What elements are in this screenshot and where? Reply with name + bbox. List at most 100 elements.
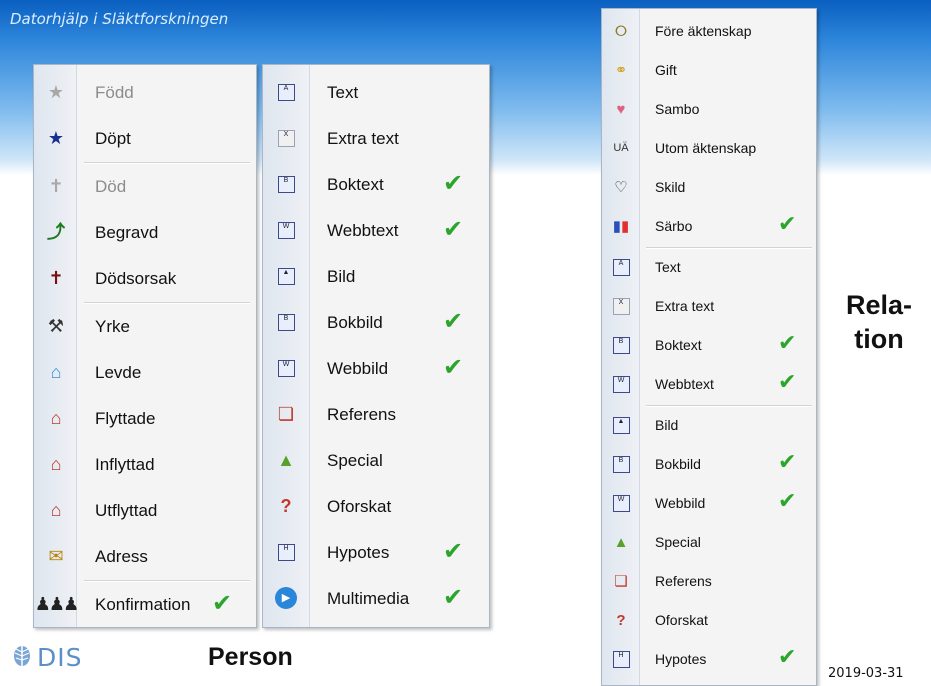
relation-caption-line: Rela-	[845, 290, 913, 320]
book-text-icon: B	[608, 335, 634, 355]
menu-item-label: Utflyttad	[95, 501, 158, 520]
star-blue-icon: ★	[47, 128, 65, 148]
menu-item-label: Gift	[655, 62, 677, 78]
slide-title: Datorhjälp i Släktforskningen	[10, 10, 229, 28]
menu-item-text[interactable]: A Text	[602, 248, 816, 287]
text-doc-icon: A	[608, 257, 634, 277]
menu-item-sambo[interactable]: ♥ Sambo	[602, 90, 816, 129]
menu-item-label: Sambo	[655, 101, 700, 117]
checkmark-icon: ✔	[778, 331, 797, 356]
menu-item-före-äktenskap[interactable]: ⭘ Före äktenskap	[602, 12, 816, 51]
reference-icon: ❏	[277, 404, 295, 424]
menu-item-label: Hypotes	[327, 543, 390, 562]
checkmark-icon: ✔	[778, 370, 797, 395]
menu-item-boktext[interactable]: B Boktext ✔	[263, 161, 489, 207]
menu-item-label: Special	[327, 451, 383, 470]
menu-item-extra-text[interactable]: X Extra text	[263, 115, 489, 161]
menu-item-död[interactable]: ✝ Död	[34, 163, 256, 209]
menu-item-label: Referens	[327, 405, 396, 424]
web-text-icon: W	[608, 374, 634, 394]
menu-item-label: Levde	[95, 363, 142, 382]
menu-item-special[interactable]: ▲ Special	[602, 523, 816, 562]
rings-icon: ⚭	[614, 61, 628, 79]
menu-item-label: Text	[655, 259, 681, 275]
hammer-icon: ⚒	[47, 316, 65, 336]
menu-item-oforskat[interactable]: ? Oforskat	[263, 483, 489, 529]
menu-item-label: Bild	[327, 267, 356, 286]
menu-item-multimedia[interactable]: ▶ Multimedia ✔	[263, 575, 489, 621]
menu-item-adress[interactable]: ✉ Adress	[34, 533, 256, 579]
house-out-icon: ⌂	[50, 500, 62, 520]
checkmark-icon: ✔	[443, 353, 464, 381]
menu-item-label: Special	[655, 534, 701, 550]
menu-item-bokbild[interactable]: B Bokbild ✔	[263, 299, 489, 345]
menu-item-flyttade[interactable]: ⌂ Flyttade	[34, 395, 256, 441]
warning-triangle-icon: ▲	[277, 450, 295, 470]
menu-item-yrke[interactable]: ⚒ Yrke	[34, 303, 256, 349]
menu-item-skild[interactable]: ♡ Skild	[602, 168, 816, 207]
menu-item-utom-äktenskap[interactable]: UÄ Utom äktenskap	[602, 129, 816, 168]
menu-item-label: Webbtext	[327, 221, 399, 240]
hearts-icon: ♥	[616, 100, 626, 118]
unresearched-icon: ?	[616, 611, 626, 629]
menu-item-webbtext[interactable]: W Webbtext ✔	[602, 365, 816, 404]
couple-icon: ▮▮	[612, 217, 630, 235]
menu-item-utflyttad[interactable]: ⌂ Utflyttad	[34, 487, 256, 533]
picture-icon: ▲	[608, 415, 634, 435]
menu-item-begravd[interactable]: ⤴ Begravd	[34, 209, 256, 255]
menu-item-label: Begravd	[95, 223, 159, 242]
menu-item-label: Bokbild	[327, 313, 383, 332]
house-move-icon: ⌂	[50, 408, 62, 428]
menu-item-hypotes[interactable]: H Hypotes ✔	[263, 529, 489, 575]
menu-item-label: Flyttade	[95, 409, 156, 428]
menu-item-döpt[interactable]: ★ Döpt	[34, 115, 256, 161]
menu-item-label: Dödsorsak	[95, 269, 177, 288]
menu-item-special[interactable]: ▲ Special	[263, 437, 489, 483]
menu-item-label: Yrke	[95, 317, 130, 336]
menu-item-label: Extra text	[327, 129, 399, 148]
menu-item-bokbild[interactable]: B Bokbild ✔	[602, 445, 816, 484]
menu-item-label: Oforskat	[655, 612, 708, 628]
play-circle-icon: ▶	[271, 587, 301, 609]
menu-item-label: Skild	[655, 179, 686, 195]
checkmark-icon: ✔	[778, 489, 797, 514]
relation-caption: Rela- tion	[834, 288, 924, 356]
menu-item-referens[interactable]: ❏ Referens	[263, 391, 489, 437]
menu-item-särbo[interactable]: ▮▮ Särbo ✔	[602, 207, 816, 246]
menu-item-label: Oforskat	[327, 497, 392, 516]
menu-item-boktext[interactable]: B Boktext ✔	[602, 326, 816, 365]
ua-icon: UÄ	[613, 141, 629, 154]
menu-item-gift[interactable]: ⚭ Gift	[602, 51, 816, 90]
menu-item-oforskat[interactable]: ? Oforskat	[602, 601, 816, 640]
menu-item-dödsorsak[interactable]: ✝ Dödsorsak	[34, 255, 256, 301]
checkmark-icon: ✔	[443, 307, 464, 335]
ring-icon: ⭘	[614, 22, 627, 40]
menu-item-text[interactable]: A Text	[263, 69, 489, 115]
menu-item-webbild[interactable]: W Webbild ✔	[263, 345, 489, 391]
hypothesis-icon: H	[271, 541, 301, 563]
menu-item-label: Webbtext	[655, 376, 714, 392]
menu-item-label: Referens	[655, 573, 712, 589]
warning-triangle-icon: ▲	[613, 533, 629, 551]
menu-item-label: Bokbild	[655, 456, 701, 472]
menu-item-label: Bild	[655, 417, 679, 433]
menu-item-label: Adress	[95, 547, 148, 566]
menu-item-webbild[interactable]: W Webbild ✔	[602, 484, 816, 523]
menu-item-label: Döpt	[95, 129, 131, 148]
menu-item-inflyttad[interactable]: ⌂ Inflyttad	[34, 441, 256, 487]
menu-item-webbtext[interactable]: W Webbtext ✔	[263, 207, 489, 253]
menu-item-konfirmation[interactable]: ♟♟♟ Konfirmation ✔	[34, 581, 256, 627]
menu-item-levde[interactable]: ⌂ Levde	[34, 349, 256, 395]
menu-item-label: Extra text	[655, 298, 715, 314]
menu-item-bild[interactable]: ▲ Bild	[263, 253, 489, 299]
person-source-menu: A Text X Extra text B Boktext ✔ W Webbtext ✔ ▲ Bild…	[262, 64, 490, 628]
menu-item-extra-text[interactable]: X Extra text	[602, 287, 816, 326]
checkmark-icon: ✔	[778, 450, 797, 475]
leaf-logo-icon	[14, 645, 30, 671]
menu-item-hypotes[interactable]: H Hypotes ✔	[602, 640, 816, 679]
menu-item-född[interactable]: ★ Född	[34, 69, 256, 115]
checkmark-icon: ✔	[778, 212, 797, 237]
menu-item-referens[interactable]: ❏ Referens	[602, 562, 816, 601]
slide-date: 2019-03-31	[828, 666, 904, 681]
menu-item-bild[interactable]: ▲ Bild	[602, 406, 816, 445]
